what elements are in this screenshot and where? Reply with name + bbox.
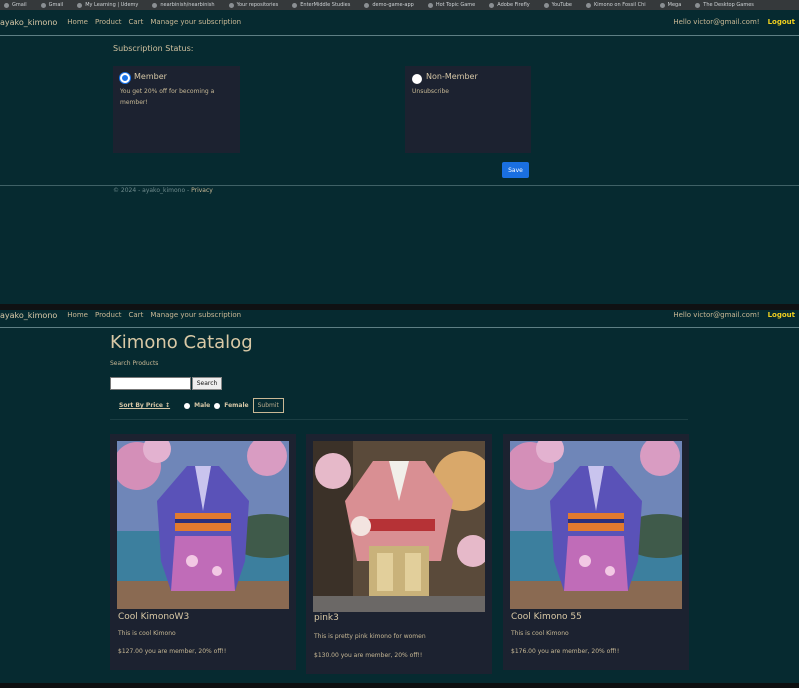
footer: © 2024 - ayako_kimono - Privacy [113,187,213,194]
bottom-strip [0,683,799,688]
male-radio[interactable] [184,402,191,409]
bookmark-icon [228,2,234,8]
bookmark-item[interactable]: Kimono on Fossil Chi [586,2,646,8]
bookmarks-bar: Gmail Gmail My Learning | Udemy nearbini… [0,0,799,10]
footer-divider [0,185,799,186]
bookmark-item[interactable]: The Desktop Games [695,2,754,8]
bookmark-item[interactable]: EnterMiddle Studies [292,2,350,8]
nav-links: Home Product Cart Manage your subscripti… [67,311,241,319]
product-price: $176.00 you are member, 20% off!! [511,648,620,655]
nav-user: Hello victor@gmail.com! Logout [673,311,795,319]
navbar-bottom: ayako_kimono Home Product Cart Manage yo… [0,304,799,326]
nav-home[interactable]: Home [67,311,88,319]
female-radio[interactable] [214,402,221,409]
bookmark-icon [695,2,701,8]
bookmark-item[interactable]: Gmail [40,2,63,8]
brand-logo[interactable]: ayako_kimono [0,311,57,320]
privacy-link[interactable]: Privacy [191,187,213,194]
logout-link[interactable]: Logout [768,311,795,319]
nav-cart[interactable]: Cart [129,311,144,319]
female-label: Female [224,402,249,409]
subscription-title: Subscription Status: [113,44,194,53]
search-input[interactable] [110,377,191,390]
bookmark-icon [40,2,46,8]
search-label: Search Products [110,360,159,367]
user-greeting[interactable]: Hello victor@gmail.com! [673,18,759,26]
product-price: $127.00 you are member, 20% off!! [118,648,227,655]
bookmark-icon [152,2,158,8]
product-name[interactable]: Cool Kimono 55 [511,612,582,622]
navbar-top: ayako_kimono Home Product Cart Manage yo… [0,11,799,33]
user-greeting[interactable]: Hello victor@gmail.com! [673,311,759,319]
bookmark-icon [543,2,549,8]
nav-manage-subscription[interactable]: Manage your subscription [150,18,241,26]
member-radio[interactable] [120,73,130,83]
product-description: This is cool Kimono [118,630,176,637]
bookmark-item[interactable]: My Learning | Udemy [77,2,138,8]
bookmark-item[interactable]: Hot Topic Game [427,2,475,8]
bookmark-item[interactable]: Adobe Firefly [489,2,530,8]
product-name[interactable]: pink3 [314,613,339,623]
nav-product[interactable]: Product [95,18,122,26]
product-card[interactable]: Cool KimonoW3 This is cool Kimono $127.0… [110,434,296,670]
bookmark-icon [292,2,298,8]
bookmark-item[interactable]: demo-game-app [364,2,414,8]
bookmark-icon [364,2,370,8]
bookmark-icon [489,2,495,8]
nav-divider [0,327,799,328]
bookmark-icon [77,2,83,8]
submit-button[interactable]: Submit [252,398,284,413]
bookmark-icon [4,2,9,8]
nav-product[interactable]: Product [95,311,122,319]
nav-home[interactable]: Home [67,18,88,26]
bookmark-icon [586,2,592,8]
product-card[interactable]: Cool Kimono 55 This is cool Kimono $176.… [503,434,689,670]
product-card[interactable]: pink3 This is pretty pink kimono for wom… [306,434,492,674]
member-label: Member [134,72,167,81]
nav-links: Home Product Cart Manage your subscripti… [67,18,241,26]
bookmark-icon [659,2,665,8]
search-button[interactable]: Search [192,377,222,390]
logout-link[interactable]: Logout [768,18,795,26]
product-price: $130.00 you are member, 20% off!! [314,652,423,659]
bookmark-item[interactable]: Gmail [4,2,27,8]
nav-divider [0,35,799,36]
bookmark-item[interactable]: Your repositories [228,2,278,8]
bookmark-item[interactable]: nearbinish/nearbinish [152,2,215,8]
sort-by-price-link[interactable]: Sort By Price ↕ [119,402,170,409]
male-label: Male [194,402,211,409]
brand-logo[interactable]: ayako_kimono [0,18,57,27]
product-name[interactable]: Cool KimonoW3 [118,612,189,622]
save-button[interactable]: Save [502,162,529,178]
footer-copyright: © 2024 - ayako_kimono - [113,187,192,194]
bookmark-item[interactable]: Mega [659,2,681,8]
product-image[interactable] [117,441,289,609]
non-member-label: Non-Member [426,72,478,81]
filter-bar: Sort By Price ↕ Male Female Submit [119,398,284,413]
product-description: This is cool Kimono [511,630,569,637]
product-description: This is pretty pink kimono for women [314,633,426,640]
catalog-title: Kimono Catalog [110,332,253,353]
product-image[interactable] [510,441,682,609]
nav-cart[interactable]: Cart [129,18,144,26]
non-member-option-card[interactable]: Non-Member Unsubscribe [405,66,531,153]
bookmark-icon [427,2,433,8]
bookmark-item[interactable]: YouTube [543,2,572,8]
member-description: You get 20% off for becoming a member! [120,88,215,106]
product-image[interactable] [313,441,485,612]
nav-user: Hello victor@gmail.com! Logout [673,18,795,26]
catalog-divider [110,419,688,420]
nav-manage-subscription[interactable]: Manage your subscription [150,311,241,319]
non-member-description: Unsubscribe [412,88,449,95]
member-option-card[interactable]: Member You get 20% off for becoming a me… [113,66,240,153]
non-member-radio[interactable] [412,74,422,84]
